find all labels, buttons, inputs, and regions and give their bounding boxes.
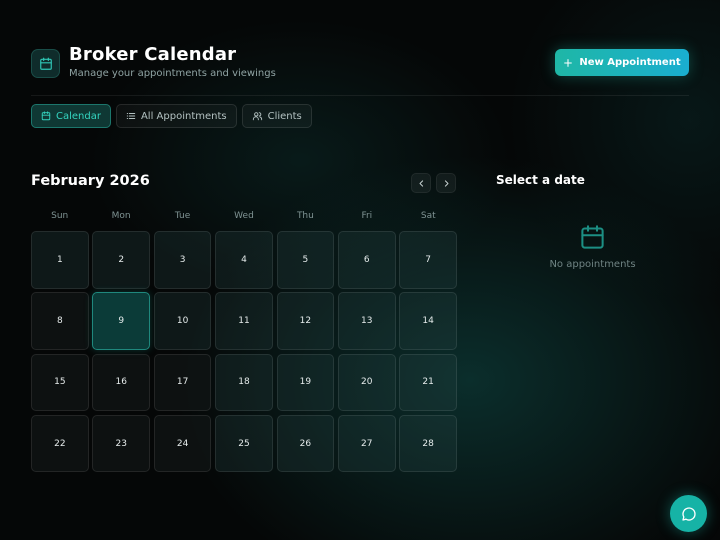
calendar-day[interactable]: 14 [399,292,457,350]
users-icon [252,112,262,121]
calendar-day[interactable]: 15 [31,353,89,412]
calendar-day[interactable]: 16 [92,353,151,412]
calendar-day[interactable]: 22 [31,414,89,473]
tab-all-appointments-label: All Appointments [140,110,227,122]
weekday-label: Sun [51,211,69,221]
calendar-day[interactable]: 5 [276,231,335,289]
app-header: Broker Calendar Manage your appointments… [31,44,689,84]
weekday-label: Thu [296,211,314,221]
month-title: February 2026 [31,173,150,189]
calendar-day[interactable]: 10 [153,292,212,350]
calendar-day[interactable]: 25 [215,414,273,473]
calendar-day[interactable]: 3 [153,231,212,289]
empty-state-text: No appointments [549,259,636,270]
calendar-day[interactable]: 1 [31,231,89,289]
calendar-day[interactable]: 12 [276,292,335,350]
calendar-day[interactable]: 4 [215,231,273,289]
calendar-day[interactable]: 13 [337,292,396,350]
page-title: Broker Calendar [69,44,237,65]
chat-bubble-icon [681,506,696,521]
weekday-label: Wed [234,211,254,221]
view-tabs: Calendar All Appointments Clients [31,104,312,128]
calendar-day[interactable]: 21 [399,353,457,412]
calendar-day[interactable]: 7 [399,231,457,289]
chevron-left-icon [419,179,423,187]
calendar-day[interactable]: 19 [276,353,335,412]
weekday-label: Tue [174,211,191,221]
calendar-day[interactable]: 2 [92,231,151,289]
calendar-day[interactable]: 8 [31,292,89,350]
weekday-header: Sun Mon Tue Wed Thu Fri Sat [31,211,457,221]
calendar-icon [41,111,51,121]
calendar-logo-icon [31,49,60,78]
previous-month-button[interactable] [411,173,431,193]
list-icon [126,113,136,119]
plus-icon [564,58,573,67]
tab-clients[interactable]: Clients [241,104,312,128]
calendar-day[interactable]: 23 [92,414,151,473]
page-subtitle: Manage your appointments and viewings [69,68,276,79]
calendar-grid: 1 2 3 4 5 6 7 8 9 10 11 12 13 14 15 16 17 18 19 20 21 22 23 24 2… [31,231,457,473]
calendar-day[interactable]: 27 [337,414,396,473]
chevron-right-icon [444,179,448,187]
calendar-day[interactable]: 6 [337,231,396,289]
next-month-button[interactable] [436,173,456,193]
calendar-day[interactable]: 11 [215,292,273,350]
calendar-day-today[interactable]: 9 [92,292,151,350]
calendar-day[interactable]: 17 [153,353,212,412]
chat-button[interactable] [670,495,707,532]
calendar-day[interactable]: 28 [399,414,457,473]
side-panel-title: Select a date [496,173,585,187]
calendar-day[interactable]: 18 [215,353,273,412]
new-appointment-button[interactable]: New Appointment [555,49,689,76]
tab-all-appointments[interactable]: All Appointments [115,104,237,128]
tab-clients-label: Clients [267,110,302,122]
calendar-day[interactable]: 24 [153,414,212,473]
tab-calendar[interactable]: Calendar [31,104,111,128]
new-appointment-label: New Appointment [579,57,681,68]
calendar-day[interactable]: 26 [276,414,335,473]
weekday-label: Mon [111,211,131,221]
weekday-label: Fri [361,211,373,221]
tab-calendar-label: Calendar [56,110,101,122]
empty-calendar-icon [581,225,604,249]
calendar-day[interactable]: 20 [337,353,396,412]
header-divider [31,95,689,96]
weekday-label: Sat [420,211,436,221]
